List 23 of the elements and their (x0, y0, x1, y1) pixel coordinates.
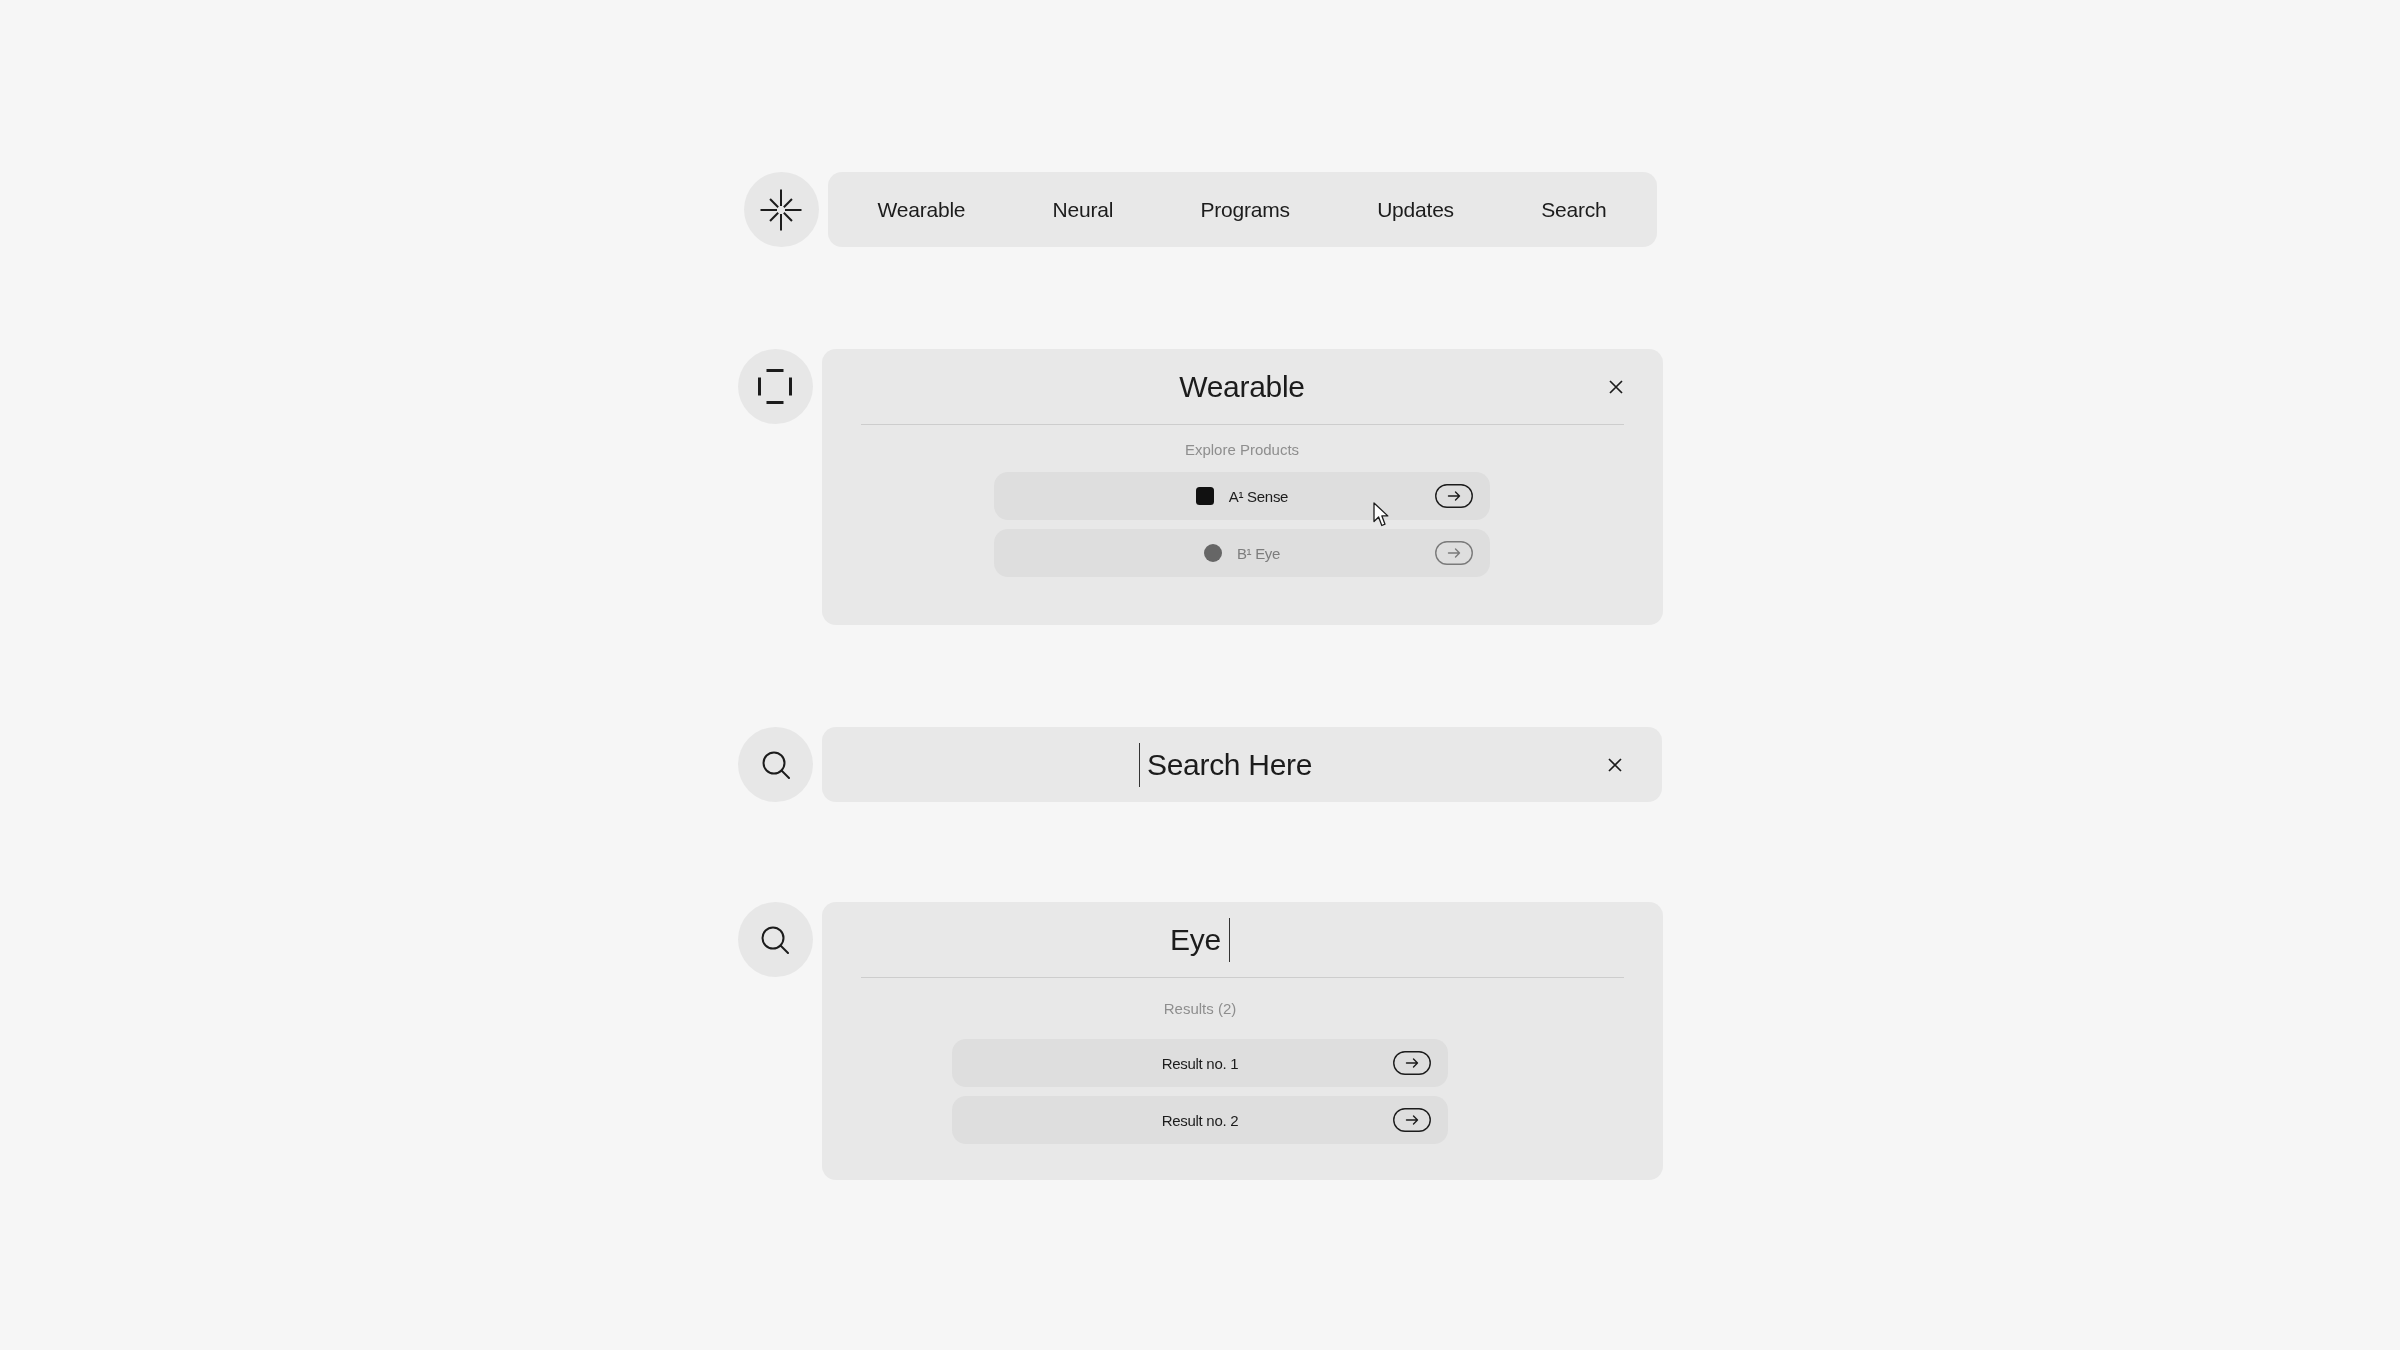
search-input[interactable]: Eye (1170, 917, 1230, 962)
section-label: Explore Products (1183, 440, 1301, 460)
mouse-pointer-icon (1373, 502, 1389, 527)
result-item[interactable]: Result no. 1 (952, 1039, 1448, 1087)
results-label: Results (2) (1162, 999, 1238, 1019)
clear-button[interactable] (1607, 756, 1623, 773)
close-icon (1608, 757, 1622, 772)
bracket-frame-icon (758, 369, 792, 404)
nav-link[interactable]: Wearable (877, 197, 966, 222)
result-item[interactable]: Result no. 2 (952, 1096, 1448, 1144)
close-button[interactable] (1607, 378, 1624, 395)
circle-marker-icon (1203, 544, 1222, 562)
panel-title: Wearable (1179, 369, 1305, 404)
nav-link[interactable]: Updates (1377, 197, 1454, 222)
search-icon (761, 925, 789, 954)
close-icon (1608, 379, 1623, 394)
nav-link[interactable]: Search (1541, 197, 1607, 222)
nav-link[interactable]: Neural (1052, 197, 1114, 222)
search-icon (761, 750, 790, 779)
nav-link[interactable]: Programs (1200, 197, 1290, 222)
search-field[interactable]: Search Here (1139, 742, 1345, 787)
square-marker-icon (1195, 487, 1214, 505)
starburst-icon (760, 188, 802, 231)
